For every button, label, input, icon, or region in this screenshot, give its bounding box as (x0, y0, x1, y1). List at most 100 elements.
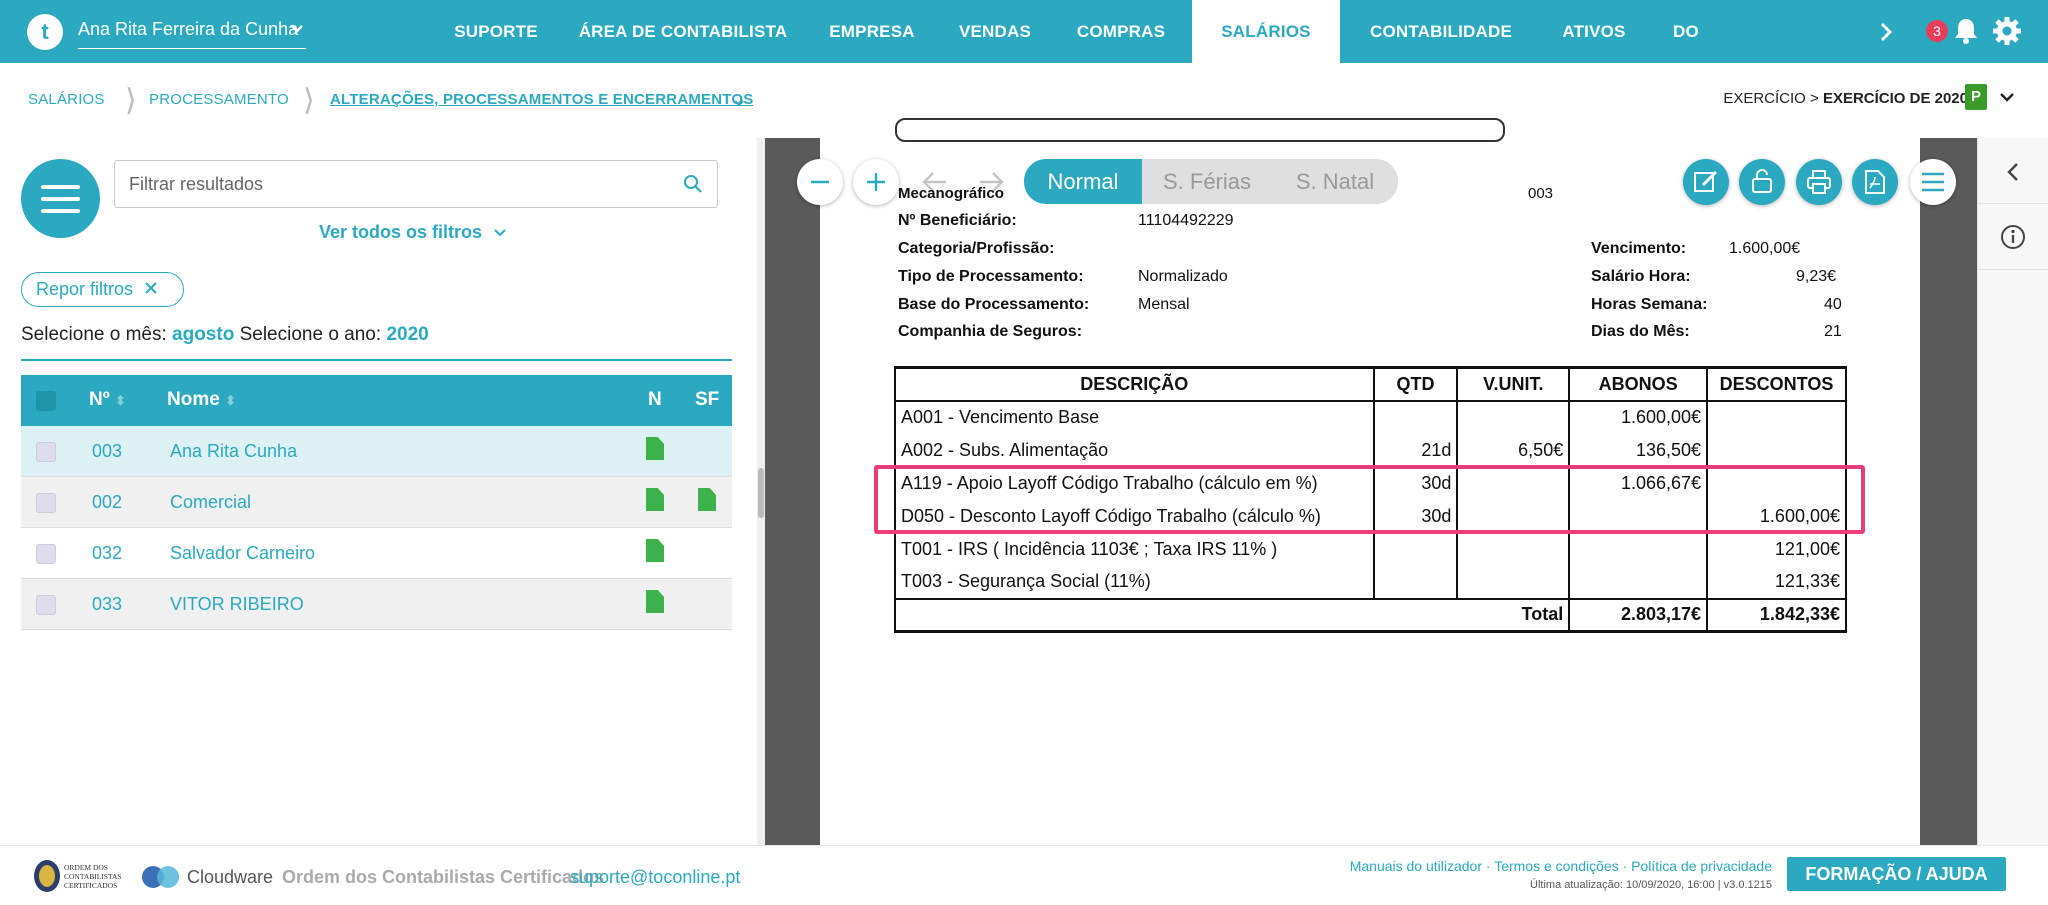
table-row[interactable]: 002 Comercial (21, 477, 732, 528)
chevron-right-icon[interactable] (1876, 20, 1896, 49)
col-sf-header: SF (695, 389, 720, 410)
col-n-header: N (648, 389, 662, 410)
print-button[interactable] (1796, 159, 1842, 205)
row-checkbox[interactable] (36, 544, 56, 564)
document-icon[interactable] (646, 590, 664, 613)
pdf-export-button[interactable] (1852, 159, 1898, 205)
chevron-down-icon[interactable] (733, 95, 745, 113)
reset-filters-label: Repor filtros (36, 279, 134, 299)
support-email-link[interactable]: suporte@toconline.pt (570, 867, 740, 888)
search-icon[interactable] (683, 174, 703, 199)
chevron-down-icon[interactable] (1998, 89, 2016, 110)
main-nav: SUPORTE ÁREA DE CONTABILISTA EMPRESA VEN… (430, 0, 1726, 63)
table-row[interactable]: 033 VITOR RIBEIRO (21, 579, 732, 630)
document-icon[interactable] (646, 539, 664, 562)
footer: ORDEM DOS CONTABILISTAS CERTIFICADOS Clo… (0, 845, 2048, 905)
beneficiario-value: 11104492229 (1138, 212, 1234, 229)
viewer-menu-button[interactable] (1910, 159, 1956, 205)
col-name-header[interactable]: Nome ⬍ (167, 389, 236, 411)
nav-contabilidade[interactable]: CONTABILIDADE (1340, 0, 1542, 63)
row-qtd (1372, 565, 1459, 599)
occ-logo (32, 858, 62, 899)
nav-suporte[interactable]: SUPORTE (430, 0, 562, 63)
footer-links[interactable]: Manuais do utilizador · Termos e condiçõ… (1350, 858, 1772, 874)
nav-empresa[interactable]: EMPRESA (804, 0, 940, 63)
row-qtd (1372, 532, 1459, 566)
employee-list-pane: Filtrar resultados Ver todos os filtros … (0, 138, 757, 845)
nav-do[interactable]: DO (1646, 0, 1726, 63)
document-icon[interactable] (698, 488, 716, 511)
row-qtd (1372, 400, 1459, 434)
unlock-button[interactable] (1739, 159, 1785, 205)
tab-normal[interactable]: Normal (1024, 159, 1142, 204)
app-logo[interactable]: t (27, 14, 63, 50)
notification-count-badge[interactable]: 3 (1926, 20, 1948, 42)
nav-ativos[interactable]: ATIVOS (1542, 0, 1646, 63)
payslip-row: T003 - Segurança Social (11%) 121,33€ (894, 565, 1847, 599)
month-value[interactable]: agosto (172, 324, 234, 345)
zoom-out-button[interactable] (797, 159, 843, 205)
period-selector: Selecione o mês: agosto Selecione o ano:… (21, 324, 429, 346)
payslip-total-row: Total 2.803,17€ 1.842,33€ (893, 597, 1847, 633)
mecanografico-value: 003 (1528, 185, 1554, 202)
bell-icon[interactable] (1953, 17, 1979, 50)
zoom-in-button[interactable] (853, 159, 899, 205)
chevron-down-icon (290, 17, 304, 48)
tab-natal[interactable]: S. Natal (1272, 159, 1398, 204)
top-bar: t Ana Rita Ferreira da Cunha SUPORTE ÁRE… (0, 0, 2048, 63)
collapse-sidebar-button[interactable] (1978, 138, 2048, 204)
print-icon (1807, 170, 1831, 194)
filter-input[interactable]: Filtrar resultados (114, 160, 718, 208)
breadcrumb-processamento[interactable]: PROCESSAMENTO (149, 91, 289, 108)
info-button[interactable] (1978, 204, 2048, 270)
close-icon (145, 282, 157, 294)
payslip-row: A001 - Vencimento Base 1.600,00€ (894, 400, 1847, 434)
col-num-header[interactable]: Nº ⬍ (89, 389, 126, 411)
vencimento-value: 1.600,00€ (1729, 240, 1801, 257)
exercise-selector[interactable]: EXERCÍCIO > EXERCÍCIO DE 2020 (1723, 90, 1968, 107)
menu-button[interactable] (21, 159, 100, 238)
training-help-button[interactable]: FORMAÇÃO / AJUDA (1787, 857, 2006, 891)
breadcrumb-separator: ⟩ (125, 84, 137, 117)
table-row[interactable]: 003 Ana Rita Cunha (21, 426, 732, 477)
user-name: Ana Rita Ferreira da Cunha (78, 19, 299, 39)
breadcrumb-current[interactable]: ALTERAÇÕES, PROCESSAMENTOS E ENCERRAMENT… (330, 91, 753, 108)
document-icon[interactable] (646, 437, 664, 460)
reset-filters-button[interactable]: Repor filtros (21, 272, 184, 307)
chevron-down-icon (494, 229, 506, 237)
all-filters-link[interactable]: Ver todos os filtros (319, 222, 507, 243)
row-descontos (1706, 400, 1847, 434)
breadcrumb-salarios[interactable]: SALÁRIOS (28, 91, 105, 108)
select-all-checkbox[interactable] (36, 391, 56, 411)
nav-salarios[interactable]: SALÁRIOS (1192, 0, 1340, 63)
document-icon[interactable] (646, 488, 664, 511)
row-desc: T003 - Segurança Social (11%) (894, 565, 1375, 599)
chevron-left-icon (2007, 163, 2018, 181)
total-label: Total (893, 597, 1571, 633)
row-name: Ana Rita Cunha (170, 441, 298, 461)
row-checkbox[interactable] (36, 493, 56, 513)
row-num: 032 (92, 543, 123, 563)
base-processamento-value: Mensal (1138, 296, 1190, 313)
hamburger-icon (1922, 172, 1944, 192)
tab-ferias[interactable]: S. Férias (1142, 159, 1272, 204)
pane-splitter[interactable] (757, 138, 765, 845)
nav-vendas[interactable]: VENDAS (940, 0, 1050, 63)
salario-hora-label: Salário Hora: (1591, 268, 1691, 285)
edit-button[interactable] (1683, 159, 1729, 205)
gear-icon[interactable] (1992, 16, 2022, 51)
user-selector[interactable]: Ana Rita Ferreira da Cunha (78, 17, 306, 49)
row-checkbox[interactable] (36, 442, 56, 462)
cloudware-logo-icon (141, 864, 181, 895)
year-value[interactable]: 2020 (386, 324, 428, 345)
total-abonos: 2.803,17€ (1568, 597, 1709, 633)
row-desc: T001 - IRS ( Incidência 1103€ ; Taxa IRS… (894, 532, 1375, 566)
nav-compras[interactable]: COMPRAS (1050, 0, 1192, 63)
table-row[interactable]: 032 Salvador Carneiro (21, 528, 732, 579)
categoria-label: Categoria/Profissão: (898, 240, 1055, 257)
divider (21, 359, 732, 361)
row-checkbox[interactable] (36, 595, 56, 615)
row-descontos: 121,00€ (1706, 532, 1847, 566)
nav-area-contabilista[interactable]: ÁREA DE CONTABILISTA (562, 0, 804, 63)
filter-placeholder: Filtrar resultados (129, 174, 264, 194)
